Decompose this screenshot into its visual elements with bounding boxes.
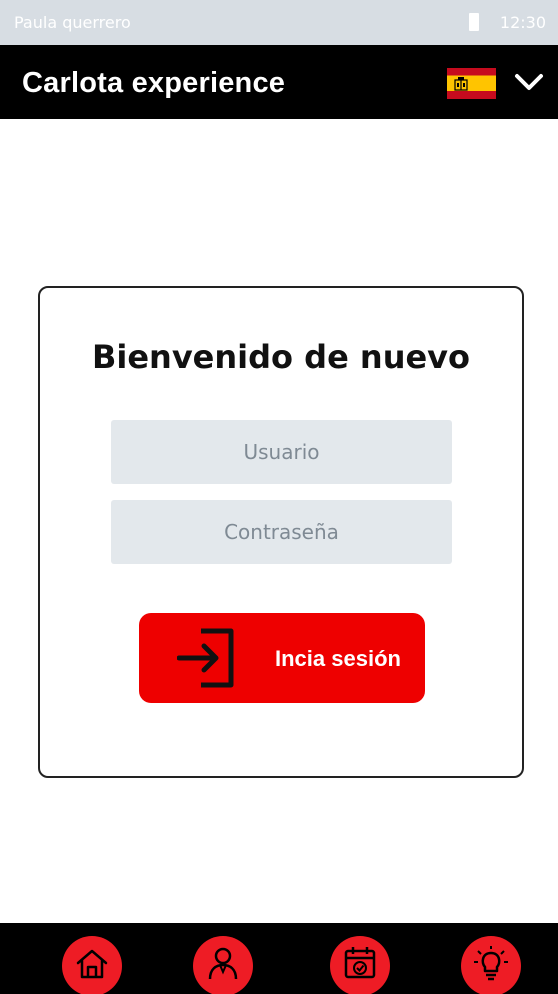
lightbulb-icon — [474, 946, 508, 981]
battery-icon — [469, 13, 479, 31]
welcome-heading: Bienvenido de nuevo — [91, 338, 471, 376]
password-input[interactable] — [111, 500, 452, 564]
nav-home[interactable] — [62, 936, 122, 994]
user-icon — [208, 947, 238, 980]
app-title: Carlota experience — [22, 67, 286, 99]
username-input[interactable] — [111, 420, 452, 484]
status-time: 12:30 — [499, 13, 546, 32]
nav-ideas[interactable] — [461, 936, 521, 994]
bottom-nav — [0, 923, 558, 994]
calendar-check-icon — [344, 947, 376, 979]
app-header: Carlota experience — [0, 45, 558, 119]
chevron-down-icon[interactable] — [514, 72, 544, 97]
spain-flag-icon[interactable] — [447, 68, 496, 99]
login-button-label: Incia sesión — [275, 646, 401, 671]
nav-profile[interactable] — [193, 936, 253, 994]
login-icon — [176, 627, 237, 694]
status-carrier: Paula querrero — [14, 13, 131, 32]
home-icon — [76, 949, 108, 979]
nav-calendar[interactable] — [330, 936, 390, 994]
login-card: Bienvenido de nuevo Incia sesión — [38, 286, 524, 778]
status-bar: Paula querrero 12:30 — [0, 0, 558, 45]
login-button[interactable]: Incia sesión — [139, 613, 425, 703]
